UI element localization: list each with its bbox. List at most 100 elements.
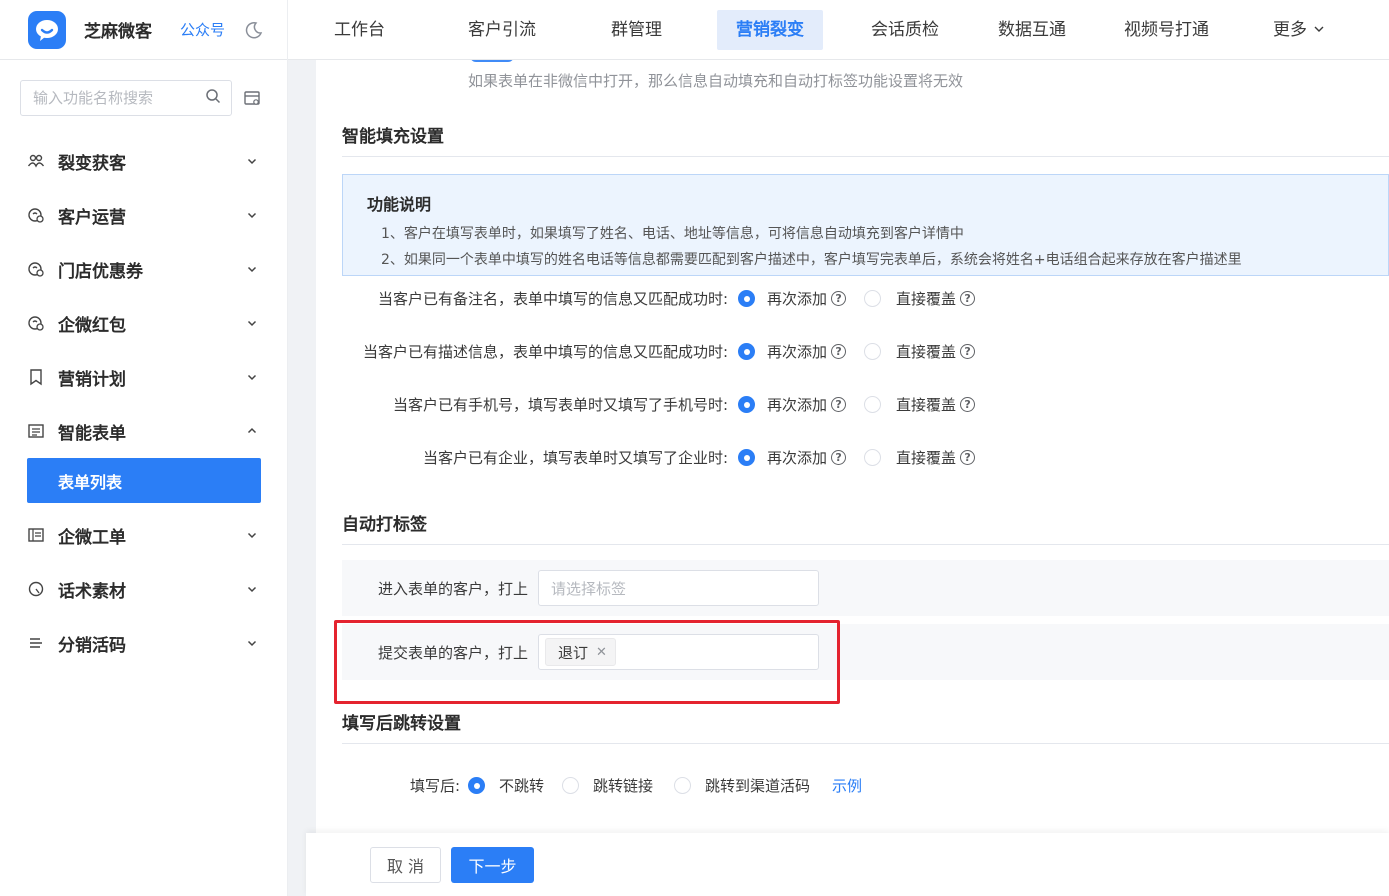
radio-dot <box>738 396 755 413</box>
tag-select-placeholder: 请选择标签 <box>551 579 627 598</box>
radio-redirect-link[interactable]: 跳转链接 <box>562 775 653 796</box>
nav-workbench[interactable]: 工作台 <box>315 10 404 50</box>
users-icon <box>26 151 46 171</box>
chevron-down-icon <box>245 154 259 168</box>
help-icon[interactable]: ? <box>960 450 976 465</box>
nav-more-label: 更多 <box>1273 19 1307 40</box>
footer-actions: 取 消 下一步 <box>306 833 1389 896</box>
radio-overwrite[interactable]: 直接覆盖? <box>864 394 976 415</box>
help-icon[interactable]: ? <box>831 291 847 306</box>
radio-label: 跳转到渠道活码 <box>705 777 811 795</box>
radio-label: 再次添加 <box>767 449 828 467</box>
sidebar-item-label: 话术素材 <box>58 581 126 602</box>
radio-label: 直接覆盖 <box>896 290 957 308</box>
chevron-down-icon <box>245 528 259 542</box>
row-label: 当客户已有手机号，填写表单时又填写了手机号时: <box>392 396 728 414</box>
autofill-row-phone: 当客户已有手机号，填写表单时又填写了手机号时: 再次添加? 直接覆盖? <box>316 394 1389 415</box>
chevron-up-icon <box>245 424 259 438</box>
radio-label: 再次添加 <box>767 396 828 414</box>
sidebar-item-red-packet[interactable]: 企微红包 <box>0 296 287 350</box>
chat-bubble-icon <box>36 19 58 41</box>
radio-dot <box>864 449 882 466</box>
nav-marketing-fission[interactable]: 营销裂变 <box>717 9 823 50</box>
help-icon[interactable]: ? <box>831 344 847 359</box>
radio-label: 直接覆盖 <box>896 396 957 414</box>
sidebar-item-label: 门店优惠券 <box>58 261 143 282</box>
nav-customer-traffic[interactable]: 客户引流 <box>449 10 555 50</box>
sidebar-item-smart-form[interactable]: 智能表单 <box>0 404 287 458</box>
sidebar-item-customer-ops[interactable]: 客户运营 <box>0 188 287 242</box>
app-logo[interactable] <box>28 10 66 49</box>
sidebar-item-distribution-code[interactable]: 分销活码 <box>0 616 287 670</box>
calendar-settings-icon[interactable] <box>242 88 262 108</box>
help-icon[interactable]: ? <box>831 450 847 465</box>
sidebar-search-input[interactable] <box>33 89 193 107</box>
nav-session-quality[interactable]: 会话质检 <box>852 10 958 50</box>
cancel-button[interactable]: 取 消 <box>370 846 441 883</box>
radio-add-again[interactable]: 再次添加? <box>738 341 847 362</box>
feature-description-box: 功能说明 1、客户在填写表单时，如果填写了姓名、电话、地址等信息，可将信息自动填… <box>342 174 1389 276</box>
row-label: 当客户已有备注名，表单中填写的信息又匹配成功时: <box>377 290 728 308</box>
wechat-notice: 如果表单在非微信中打开，那么信息自动填充和自动打标签功能设置将无效 <box>468 72 964 90</box>
radio-dot <box>864 396 882 413</box>
help-icon[interactable]: ? <box>960 397 976 412</box>
sidebar-search-box[interactable] <box>20 80 232 116</box>
enter-form-tag-row: 进入表单的客户，打上 请选择标签 <box>342 560 1389 616</box>
radio-add-again[interactable]: 再次添加? <box>738 447 847 468</box>
radio-label: 直接覆盖 <box>896 449 957 467</box>
redirect-label: 填写后: <box>409 777 460 795</box>
radio-overwrite[interactable]: 直接覆盖? <box>864 447 976 468</box>
radio-label: 直接覆盖 <box>896 343 957 361</box>
sidebar-item-label: 智能表单 <box>58 423 126 444</box>
sidebar-item-label: 裂变获客 <box>58 153 126 174</box>
nav-channels-link[interactable]: 视频号打通 <box>1105 10 1228 50</box>
moon-icon[interactable] <box>243 19 265 41</box>
next-step-button[interactable]: 下一步 <box>451 846 534 883</box>
nav-group-management[interactable]: 群管理 <box>592 10 681 50</box>
autofill-row-company: 当客户已有企业，填写表单时又填写了企业时: 再次添加? 直接覆盖? <box>316 447 1389 468</box>
radio-dot <box>674 777 692 794</box>
autofill-section-title: 智能填充设置 <box>342 127 444 147</box>
redirect-section-title: 填写后跳转设置 <box>342 714 461 734</box>
nav-more[interactable]: 更多 <box>1254 10 1344 50</box>
radio-dot <box>738 290 755 307</box>
sidebar-item-label: 分销活码 <box>58 635 126 656</box>
autofill-row-remark: 当客户已有备注名，表单中填写的信息又匹配成功时: 再次添加? 直接覆盖? <box>316 288 1389 309</box>
sidebar-item-work-order[interactable]: 企微工单 <box>0 508 287 562</box>
chevron-down-icon <box>245 316 259 330</box>
help-icon[interactable]: ? <box>960 291 976 306</box>
info-line-1: 1、客户在填写表单时，如果填写了姓名、电话、地址等信息，可将信息自动填充到客户详… <box>381 226 964 242</box>
nav-data-interop[interactable]: 数据互通 <box>979 10 1085 50</box>
help-icon[interactable]: ? <box>960 344 976 359</box>
search-icon[interactable] <box>205 88 221 108</box>
radio-dot <box>468 777 485 794</box>
example-link[interactable]: 示例 <box>832 775 862 796</box>
sidebar-subitem-form-list[interactable]: 表单列表 <box>27 458 261 503</box>
radio-no-redirect[interactable]: 不跳转 <box>468 775 544 796</box>
chevron-down-icon <box>245 208 259 222</box>
toggle-switch-partial[interactable] <box>470 60 514 62</box>
sidebar-item-script-material[interactable]: 话术素材 <box>0 562 287 616</box>
radio-overwrite[interactable]: 直接覆盖? <box>864 341 976 362</box>
official-account-link[interactable]: 公众号 <box>180 19 225 40</box>
help-icon[interactable]: ? <box>831 397 847 412</box>
top-header: 芝麻微客 公众号 工作台 客户引流 群管理 营销裂变 会话质检 数据互通 视频号… <box>0 0 1389 60</box>
divider <box>342 544 1389 545</box>
radio-overwrite[interactable]: 直接覆盖? <box>864 288 976 309</box>
enter-form-tag-label: 进入表单的客户，打上 <box>377 579 528 598</box>
radio-add-again[interactable]: 再次添加? <box>738 394 847 415</box>
sidebar-item-label: 营销计划 <box>58 369 126 390</box>
redpacket-icon <box>26 313 46 333</box>
sidebar-item-marketing-plan[interactable]: 营销计划 <box>0 350 287 404</box>
material-icon <box>26 579 46 599</box>
sidebar-item-fission[interactable]: 裂变获客 <box>0 134 287 188</box>
chevron-down-icon <box>245 262 259 276</box>
radio-redirect-channel-code[interactable]: 跳转到渠道活码 <box>674 775 810 796</box>
bookmark-icon <box>26 367 46 387</box>
sidebar-item-store-coupon[interactable]: 门店优惠券 <box>0 242 287 296</box>
enter-form-tag-select[interactable]: 请选择标签 <box>538 570 819 606</box>
sidebar-item-label: 企微红包 <box>58 315 126 336</box>
radio-add-again[interactable]: 再次添加? <box>738 288 847 309</box>
chevron-down-icon <box>245 582 259 596</box>
redirect-row: 填写后: 不跳转 跳转链接 跳转到渠道活码 示例 <box>316 775 862 796</box>
